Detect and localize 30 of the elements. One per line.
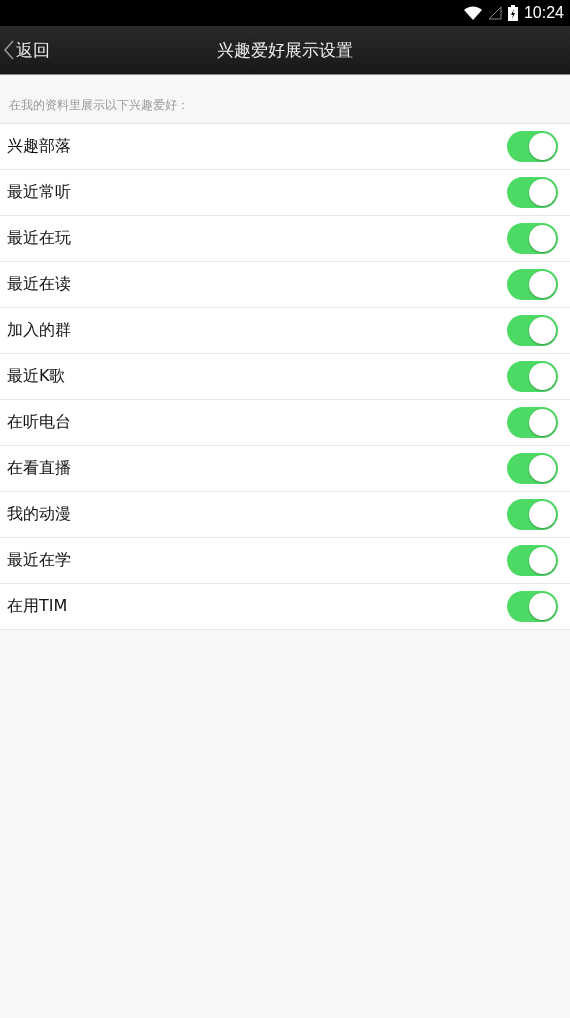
toggle-switch[interactable]	[507, 407, 558, 438]
chevron-left-icon	[4, 40, 14, 60]
setting-label: 最近常听	[7, 182, 71, 203]
toggle-switch[interactable]	[507, 591, 558, 622]
toggle-switch[interactable]	[507, 223, 558, 254]
status-time: 10:24	[523, 4, 564, 22]
battery-icon	[507, 5, 518, 21]
signal-icon	[487, 6, 502, 20]
toggle-switch[interactable]	[507, 453, 558, 484]
setting-label: 加入的群	[7, 320, 71, 341]
page-title: 兴趣爱好展示设置	[217, 39, 353, 60]
toggle-switch[interactable]	[507, 177, 558, 208]
setting-label: 最近K歌	[7, 366, 66, 387]
toggle-switch[interactable]	[507, 131, 558, 162]
setting-label: 在用TIM	[7, 596, 68, 617]
setting-label: 在看直播	[7, 458, 71, 479]
wifi-icon	[463, 6, 482, 20]
toggle-switch[interactable]	[507, 269, 558, 300]
setting-label: 在听电台	[7, 412, 71, 433]
setting-label: 最近在玩	[7, 228, 71, 249]
setting-label: 兴趣部落	[7, 136, 71, 157]
setting-label: 最近在学	[7, 550, 71, 571]
toggle-switch[interactable]	[507, 545, 558, 576]
toggle-switch[interactable]	[507, 499, 558, 530]
toggle-switch[interactable]	[507, 315, 558, 346]
setting-label: 最近在读	[7, 274, 71, 295]
toggle-switch[interactable]	[507, 361, 558, 392]
section-hint: 在我的资料里展示以下兴趣爱好：	[8, 97, 190, 114]
setting-label: 我的动漫	[7, 504, 71, 525]
back-button[interactable]: 返回	[0, 38, 54, 62]
